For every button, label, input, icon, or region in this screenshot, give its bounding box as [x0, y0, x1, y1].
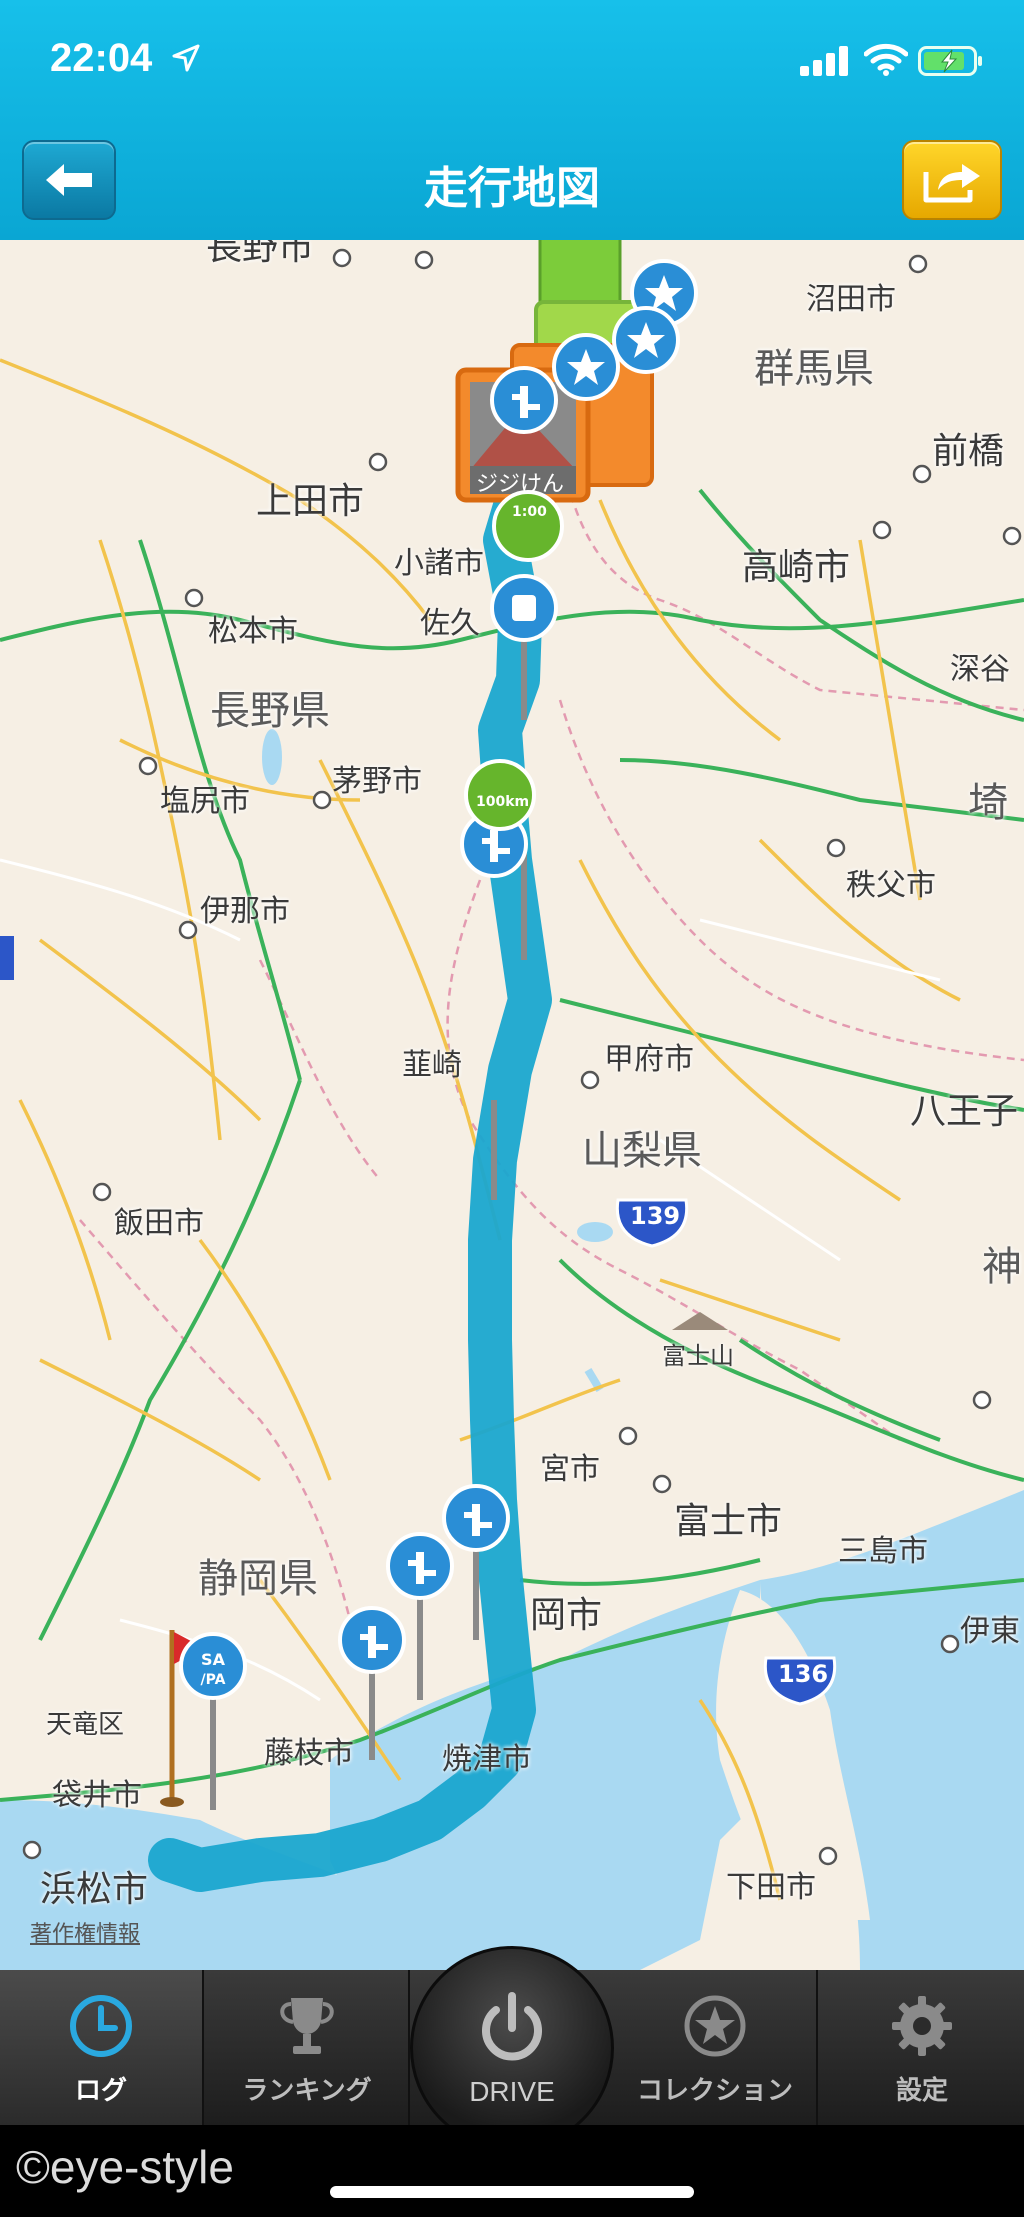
route-map[interactable]: SA /PA 長野市 沼田市 群馬県 前橋 上田市 小諸市 高崎市 松本市 佐久…: [0, 240, 1024, 1970]
tab-ranking[interactable]: ランキング: [206, 1970, 410, 2125]
tab-ranking-label: ランキング: [242, 2076, 372, 2106]
map-label-ito: 伊東: [960, 1614, 1020, 1649]
map-label-fukaya: 深谷: [950, 652, 1010, 687]
tab-log-label: ログ: [74, 2076, 127, 2106]
map-label-shimoda: 下田市: [726, 1870, 816, 1905]
route-139-label: 139: [630, 1202, 681, 1230]
map-label-kofu: 甲府市: [604, 1042, 694, 1077]
map-label-tenryu: 天竜区: [46, 1710, 125, 1740]
map-label-saku: 佐久: [420, 606, 480, 641]
map-label-mishima: 三島市: [838, 1534, 928, 1569]
top-bar: 22:04 走行地図: [0, 0, 1024, 240]
location-arrow-icon: [172, 44, 200, 72]
photo-card-caption: ジジけん: [476, 472, 565, 497]
svg-text:/PA: /PA: [201, 1672, 226, 1688]
power-icon: [482, 1992, 542, 2061]
route-136-label: 136: [778, 1660, 829, 1688]
drive-label: DRIVE: [469, 2076, 555, 2107]
tab-collection-label: コレクション: [636, 2076, 793, 2106]
map-label-nirasaki: 韮崎: [402, 1048, 462, 1083]
tab-log[interactable]: ログ: [0, 1970, 204, 2125]
map-label-fujieda: 藤枝市: [264, 1736, 354, 1771]
share-icon: [923, 164, 980, 203]
map-label-gunma: 群馬県: [754, 346, 874, 392]
map-label-matsumoto: 松本市: [208, 614, 298, 649]
one-hour-badge-label: 1:00: [512, 504, 547, 520]
wifi-icon: [864, 43, 908, 76]
map-label-hamamatsu: 浜松市: [40, 1869, 149, 1910]
drive-button[interactable]: DRIVE: [410, 1946, 614, 2150]
map-label-yaizu: 焼津市: [442, 1742, 532, 1777]
mount-fuji-icon: [672, 1312, 728, 1330]
map-label-saitama: 埼: [968, 780, 1008, 826]
map-label-yamanashi: 山梨県: [582, 1128, 702, 1174]
star-badge-icon: [684, 1995, 746, 2057]
clock-icon: [70, 1995, 132, 2057]
trophy-icon: [280, 1998, 334, 2054]
tab-settings[interactable]: 設定: [820, 1970, 1024, 2125]
map-label-kana: 神: [982, 1244, 1022, 1290]
train-icon: [512, 595, 536, 621]
map-label-nagano-ken: 長野県: [210, 688, 330, 734]
map-label-hachioji: 八王子: [910, 1091, 1019, 1132]
map-label-komoro: 小諸市: [394, 546, 484, 581]
map-label-iida: 飯田市: [114, 1206, 204, 1241]
share-button[interactable]: [902, 140, 1002, 220]
map-label-ueda: 上田市: [256, 481, 365, 522]
copyright-link[interactable]: 著作権情報: [30, 1916, 140, 1948]
cellular-signal-icon: [800, 46, 848, 76]
tab-collection[interactable]: コレクション: [614, 1970, 818, 2125]
watermark: ©eye-style: [16, 2141, 234, 2193]
map-label-fuji-shi: 富士市: [674, 1501, 783, 1542]
map-label-maebashi: 前橋: [932, 431, 1005, 472]
map-label-shizuoka-ken: 静岡県: [198, 1556, 318, 1602]
map-canvas: SA /PA: [0, 240, 1024, 1970]
hundred-km-badge-label: 100km: [476, 794, 530, 810]
map-label-nagano-shi: 長野市: [206, 240, 315, 268]
page-title: 走行地図: [424, 163, 600, 214]
gear-icon: [892, 1996, 952, 2056]
map-label-takasaki: 高崎市: [742, 547, 851, 588]
one-hour-badge: [492, 490, 564, 562]
map-label-oka-shi: 岡市: [530, 1595, 603, 1636]
tab-settings-label: 設定: [895, 2076, 948, 2106]
status-time: 22:04: [50, 36, 153, 80]
map-label-chichibu: 秩父市: [846, 868, 936, 903]
map-label-miyashi: 宮市: [540, 1452, 600, 1487]
battery-charging-icon: [918, 46, 982, 76]
map-label-numata: 沼田市: [806, 282, 896, 317]
home-indicator[interactable]: [330, 2186, 694, 2198]
map-label-fukuroi: 袋井市: [52, 1778, 142, 1813]
map-label-ina: 伊那市: [200, 894, 290, 929]
map-label-shiojiri: 塩尻市: [160, 784, 250, 819]
map-label-fuji-san: 富士山: [662, 1342, 734, 1370]
map-label-chino: 茅野市: [332, 764, 422, 799]
svg-text:SA: SA: [201, 1650, 226, 1669]
